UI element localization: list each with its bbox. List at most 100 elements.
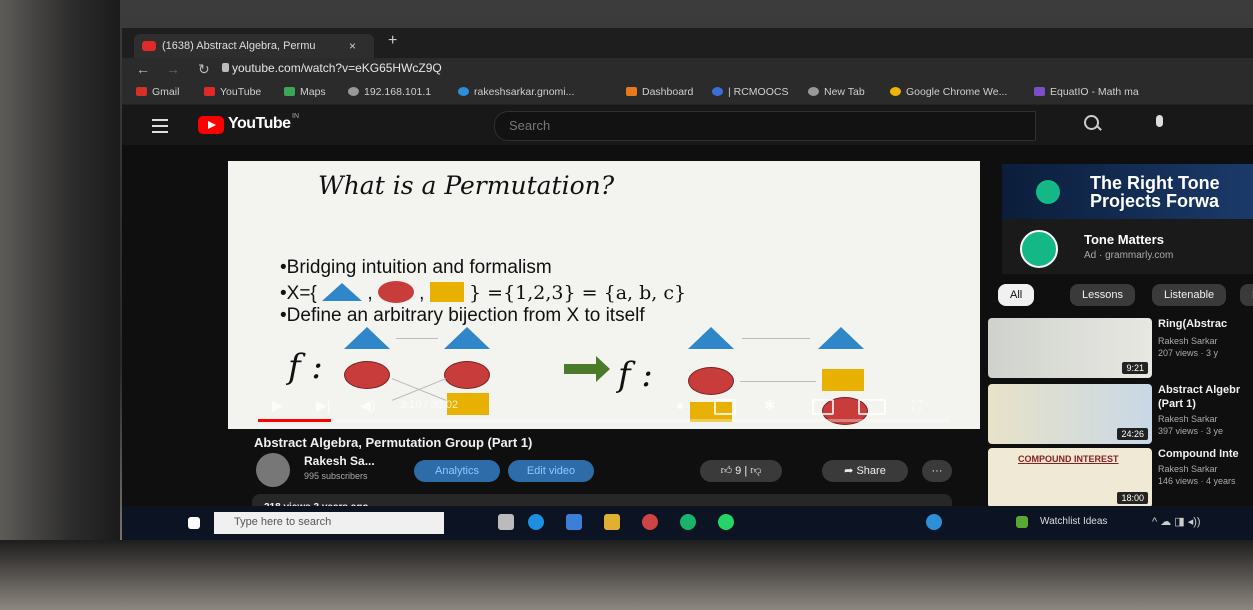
thumbs-up-icon: 👍︎ — [720, 465, 736, 477]
monitor-bezel-bottom — [0, 540, 1253, 610]
tab-strip: (1638) Abstract Algebra, Permu × + — [122, 28, 1253, 58]
bookmark-chrome-web[interactable]: Google Chrome We... — [890, 86, 1007, 98]
related-title[interactable]: Compound Inte — [1158, 448, 1253, 460]
share-icon: ➦ — [844, 465, 857, 477]
autoplay-toggle[interactable]: ● — [676, 397, 684, 413]
forward-icon[interactable]: → — [166, 61, 180, 77]
new-tab-button[interactable]: + — [388, 32, 397, 50]
progress-bar[interactable] — [258, 419, 950, 422]
search-icon[interactable] — [1084, 115, 1099, 130]
sponsored-ad[interactable]: The Right Tone Projects Forwa Tone Matte… — [1002, 164, 1253, 274]
subscriber-count: 995 subscribers — [304, 471, 368, 481]
bookmark-youtube[interactable]: YouTube — [204, 86, 261, 98]
monitor-bezel-left — [0, 0, 120, 610]
next-icon[interactable]: ▶| — [316, 397, 330, 414]
watchlist-ideas[interactable]: Watchlist Ideas — [1040, 516, 1107, 527]
like-dislike-button[interactable]: 👍︎ 9 | 👎︎ — [700, 460, 782, 482]
function-label-2: f : — [618, 355, 653, 395]
codomain-triangle — [444, 327, 490, 349]
related-thumbnail[interactable]: COMPOUND INTEREST 18:00 — [988, 448, 1152, 508]
related-thumbnail[interactable]: 9:21 — [988, 318, 1152, 378]
edge-icon[interactable] — [528, 514, 544, 530]
tab-title: (1638) Abstract Algebra, Permu — [162, 40, 316, 52]
youtube-logo-icon[interactable] — [198, 116, 224, 134]
domain-circle-2 — [688, 367, 734, 395]
search-placeholder: Search — [509, 118, 551, 133]
windows-start-icon[interactable] — [188, 517, 200, 529]
taskbar-search-input[interactable]: Type here to search — [214, 512, 444, 534]
related-title[interactable]: Abstract Algebr — [1158, 384, 1253, 396]
channel-avatar[interactable] — [256, 453, 290, 487]
function-label: f : — [288, 347, 323, 387]
progress-fill — [258, 419, 331, 422]
url-field[interactable]: youtube.com/watch?v=eKG65HWcZ9Q — [232, 61, 442, 75]
related-thumbnail[interactable]: 24:26 — [988, 384, 1152, 444]
chip-more[interactable]: R — [1240, 284, 1253, 306]
related-channel: Rakesh Sarkar — [1158, 464, 1218, 474]
bookmark-ip[interactable]: 192.168.101.1 — [348, 86, 431, 98]
store-icon[interactable] — [566, 514, 582, 530]
codomain-circle — [444, 361, 490, 389]
bookmark-maps[interactable]: Maps — [284, 86, 326, 98]
grammarly-logo-icon — [1036, 180, 1060, 204]
search-input[interactable]: Search — [494, 111, 1036, 141]
chrome-icon[interactable] — [642, 514, 658, 530]
taskbar-search-placeholder: Type here to search — [234, 516, 332, 528]
slide-title: What is a Permutation? — [318, 171, 615, 200]
tray-icons[interactable]: ^ ☁ ◨ ◂)) — [1152, 515, 1201, 528]
volume-icon[interactable]: ◀) — [360, 397, 375, 414]
time-display: 3:10 / 30:02 — [400, 399, 459, 411]
grammarly-taskbar-icon[interactable] — [680, 514, 696, 530]
mic-icon[interactable] — [1156, 115, 1163, 127]
chip-all[interactable]: All — [998, 284, 1035, 306]
square-shape-icon — [429, 282, 464, 302]
stock-icon — [1016, 516, 1028, 528]
map-line — [396, 338, 438, 339]
tab-close-icon[interactable]: × — [349, 34, 356, 58]
implies-arrow-icon — [564, 356, 610, 382]
share-button[interactable]: ➦ Share — [822, 460, 908, 482]
file-explorer-icon[interactable] — [604, 514, 620, 530]
browser-tab[interactable]: (1638) Abstract Algebra, Permu × — [134, 34, 374, 58]
youtube-header: YouTube IN Search — [122, 105, 1253, 145]
bookmark-equatio[interactable]: EquatIO - Math ma — [1034, 86, 1139, 98]
play-icon[interactable]: ▶ — [272, 397, 283, 414]
weather-icon[interactable] — [926, 514, 942, 530]
settings-gear-icon[interactable]: ✱ — [764, 397, 776, 414]
task-view-icon[interactable] — [498, 514, 514, 530]
menu-icon[interactable] — [152, 119, 168, 137]
whatsapp-icon[interactable] — [718, 514, 734, 530]
related-video[interactable]: 24:26 Abstract Algebr (Part 1) Rakesh Sa… — [988, 384, 1253, 448]
captions-icon[interactable] — [714, 399, 736, 415]
chip-lessons[interactable]: Lessons — [1070, 284, 1135, 306]
related-title[interactable]: Ring(Abstrac — [1158, 318, 1253, 330]
youtube-wordmark[interactable]: YouTube — [228, 115, 291, 133]
related-video[interactable]: COMPOUND INTEREST 18:00 Compound Inte Ra… — [988, 448, 1253, 512]
bookmark-gmail[interactable]: Gmail — [136, 86, 179, 98]
chip-listenable[interactable]: Listenable — [1152, 284, 1227, 306]
ad-headline: The Right Tone Projects Forwa — [1090, 173, 1220, 211]
slide-bullet-2: •X={ , , } ={1,2,3} = {a, b, c} — [280, 281, 687, 304]
video-player[interactable]: What is a Permutation? •Bridging intuiti… — [228, 161, 980, 429]
windows-taskbar: Type here to search Watchlist Ideas ^ ☁ … — [122, 506, 1253, 540]
more-actions-button[interactable]: ··· — [922, 460, 952, 482]
address-row: ← → ↻ youtube.com/watch?v=eKG65HWcZ9Q — [122, 58, 1253, 82]
edit-video-button[interactable]: Edit video — [508, 460, 594, 482]
channel-name[interactable]: Rakesh Sa... — [304, 454, 375, 468]
related-title-line-2[interactable]: (Part 1) — [1158, 398, 1253, 410]
reload-icon[interactable]: ↻ — [198, 61, 210, 78]
fullscreen-icon[interactable]: ⛶ — [912, 397, 922, 414]
codomain-square-2 — [822, 369, 864, 391]
triangle-shape-icon — [322, 283, 363, 301]
bookmark-new-tab[interactable]: New Tab — [808, 86, 865, 98]
video-duration: 24:26 — [1117, 428, 1148, 440]
ad-banner[interactable]: The Right Tone Projects Forwa — [1002, 164, 1253, 219]
bookmark-rcmoocs[interactable]: | RCMOOCS — [712, 86, 788, 98]
bookmark-gnomio[interactable]: rakeshsarkar.gnomi... — [458, 86, 574, 98]
analytics-button[interactable]: Analytics — [414, 460, 500, 482]
theater-mode-icon[interactable] — [858, 399, 886, 415]
bookmark-dashboard[interactable]: Dashboard — [626, 86, 693, 98]
back-icon[interactable]: ← — [136, 61, 150, 77]
miniplayer-icon[interactable] — [812, 399, 834, 415]
related-video[interactable]: 9:21 Ring(Abstrac Rakesh Sarkar 207 view… — [988, 318, 1253, 382]
